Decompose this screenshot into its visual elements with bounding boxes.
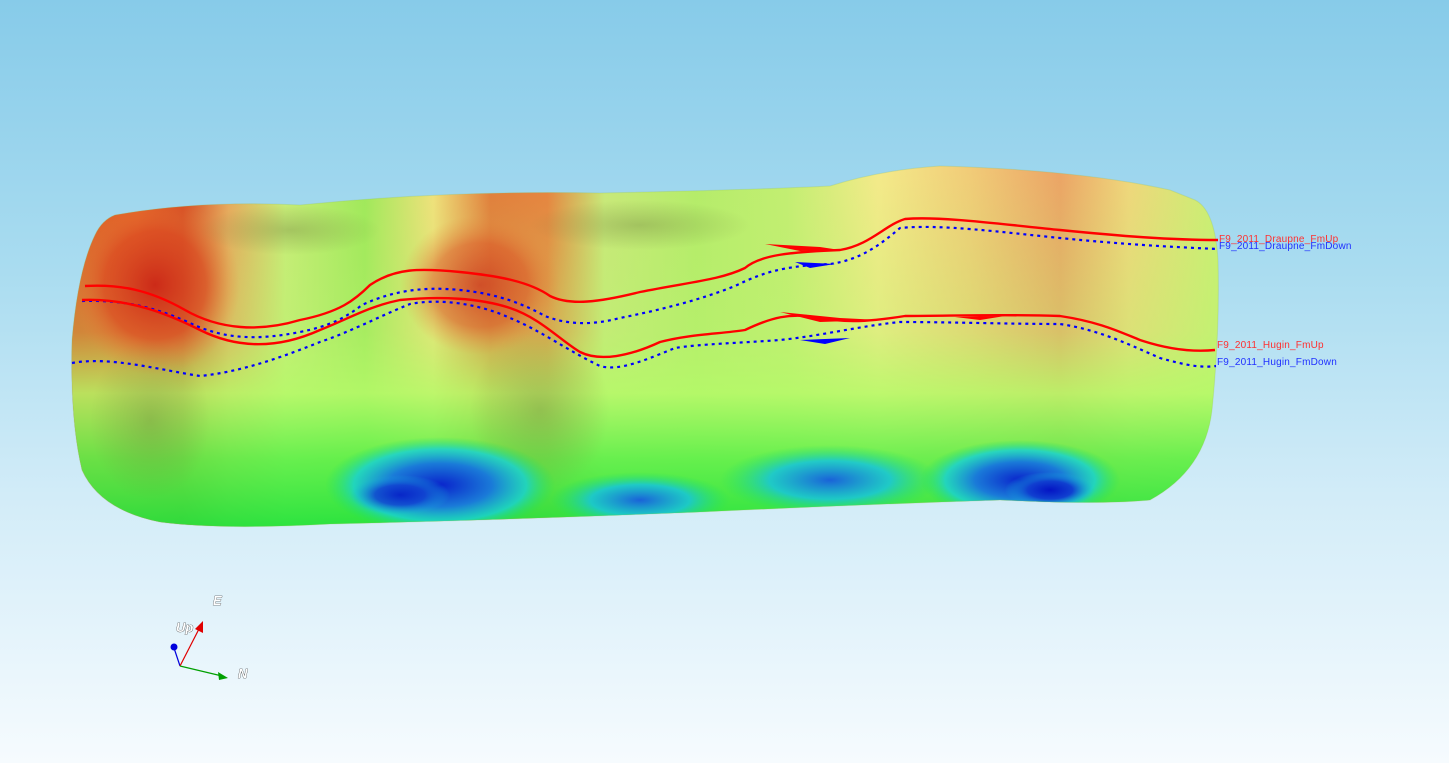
orientation-axes: E Up N bbox=[170, 593, 248, 681]
north-axis bbox=[179, 665, 223, 677]
east-axis bbox=[173, 647, 181, 667]
seismic-surface[interactable] bbox=[60, 160, 1230, 540]
label-hugin-up: F9_2011_Hugin_FmUp bbox=[1217, 340, 1324, 351]
up-axis-head bbox=[195, 621, 203, 633]
3d-viewport[interactable]: F9_2011_Draupne_FmUp F9_2011_Draupne_FmD… bbox=[0, 0, 1449, 763]
label-hugin-down: F9_2011_Hugin_FmDown bbox=[1217, 357, 1337, 368]
label-draupne-down: F9_2011_Draupne_FmDown bbox=[1219, 241, 1352, 252]
north-axis-label: N bbox=[238, 666, 248, 681]
east-axis-head bbox=[170, 643, 178, 651]
north-axis-head bbox=[218, 672, 228, 680]
east-axis-label: E bbox=[213, 593, 222, 608]
up-axis-label: Up bbox=[176, 620, 193, 635]
